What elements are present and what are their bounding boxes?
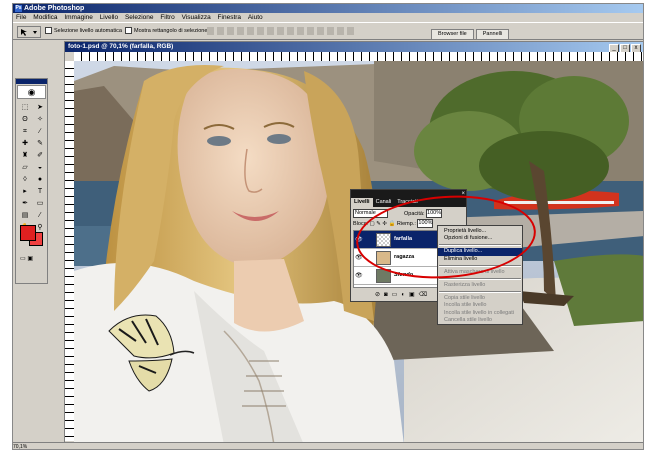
- mask-icon[interactable]: ◙: [384, 292, 392, 298]
- marquee-icon[interactable]: ⬚: [18, 102, 32, 113]
- menu-selezione[interactable]: Selezione: [125, 14, 154, 21]
- palette-well: Browser file Pannelli: [431, 26, 511, 42]
- app-titlebar: Ps Adobe Photoshop: [13, 4, 643, 13]
- menu-bar: File Modifica Immagine Livello Selezione…: [13, 13, 643, 22]
- adjustment-icon[interactable]: ◐: [401, 292, 409, 298]
- move-icon[interactable]: ➤: [33, 102, 47, 113]
- stamp-icon[interactable]: ♜: [18, 150, 32, 161]
- show-bounds-label: Mostra rettangolo di selezione: [134, 28, 208, 34]
- menu-item-cancella-stile: Cancella stile livello: [444, 316, 492, 323]
- menu-filtro[interactable]: Filtro: [160, 14, 174, 21]
- align-buttons[interactable]: [207, 27, 357, 35]
- slice-icon[interactable]: ∕: [33, 126, 47, 137]
- eye-logo-icon[interactable]: ◉: [17, 85, 46, 99]
- photoshop-icon: Ps: [15, 5, 22, 12]
- menu-item-copia-stile: Copia stile livello: [444, 295, 485, 302]
- pen-icon[interactable]: ✒: [18, 198, 32, 209]
- tab-canali[interactable]: Canali: [373, 198, 395, 207]
- menu-file[interactable]: File: [16, 14, 26, 21]
- eraser-icon[interactable]: ▱: [18, 162, 32, 173]
- options-bar: Selezione livello automatica Mostra rett…: [13, 22, 643, 40]
- menu-immagine[interactable]: Immagine: [64, 14, 93, 21]
- magic-wand-icon[interactable]: ✧: [33, 114, 47, 125]
- zoom-level[interactable]: 70,1%: [13, 444, 27, 449]
- menu-modifica[interactable]: Modifica: [33, 14, 57, 21]
- auto-select-label: Selezione livello automatica: [54, 28, 122, 34]
- path-select-icon[interactable]: ▸: [18, 186, 32, 197]
- crop-icon[interactable]: ⌗: [18, 126, 32, 137]
- menu-item-rasterizza-livello: Rasterizza livello: [444, 281, 486, 288]
- lasso-icon[interactable]: ʘ: [18, 114, 32, 125]
- photoshop-window: Ps Adobe Photoshop File Modifica Immagine…: [12, 3, 644, 450]
- auto-select-option[interactable]: Selezione livello automatica: [45, 23, 122, 39]
- status-bar: 70,1%: [13, 442, 643, 449]
- menu-aiuto[interactable]: Aiuto: [248, 14, 263, 21]
- menu-livello[interactable]: Livello: [100, 14, 118, 21]
- tool-preset-picker[interactable]: [17, 26, 41, 38]
- document-title: foto-1.psd @ 70,1% (farfalla, RGB): [68, 43, 174, 50]
- menu-visualizza[interactable]: Visualizza: [182, 14, 211, 21]
- tab-pannelli[interactable]: Pannelli: [475, 29, 510, 40]
- dodge-icon[interactable]: ●: [33, 174, 47, 185]
- type-icon[interactable]: T: [33, 186, 47, 197]
- history-brush-icon[interactable]: ✐: [33, 150, 47, 161]
- shape-icon[interactable]: ▭: [33, 198, 47, 209]
- folder-icon[interactable]: ▭: [392, 292, 402, 298]
- trash-icon[interactable]: ⌫: [419, 292, 431, 298]
- menu-finestra[interactable]: Finestra: [218, 14, 241, 21]
- layer-style-icon[interactable]: ⊘: [375, 292, 384, 298]
- eye-icon[interactable]: 👁: [355, 272, 363, 279]
- menu-separator: [439, 291, 521, 294]
- eyedropper-icon[interactable]: ⁄: [33, 210, 47, 221]
- move-tool-icon: [21, 29, 37, 36]
- auto-select-checkbox[interactable]: [45, 27, 52, 35]
- document-titlebar[interactable]: foto-1.psd @ 70,1% (farfalla, RGB) _ □ x: [65, 42, 643, 53]
- menu-item-incolla-stile: Incolla stile livello: [444, 302, 487, 309]
- menu-separator: [439, 277, 521, 280]
- show-bounds-checkbox[interactable]: [125, 27, 132, 35]
- quick-mask-icon[interactable]: ▭ ▣: [20, 255, 44, 263]
- notes-icon[interactable]: ▤: [18, 210, 32, 221]
- app-title: Adobe Photoshop: [24, 5, 85, 12]
- layers-panel-footer: ⊘◙▭◐▣⌫: [375, 291, 431, 298]
- menu-item-incolla-stile-collegati: Incolla stile livello in collegati: [444, 309, 515, 316]
- toolbox: ◉ ⬚ ➤ ʘ ✧ ⌗ ∕ ✚ ✎ ♜ ✐ ▱ ◒ ◊ ● ▸ T ✒ ▭ ▤ …: [15, 78, 48, 284]
- healing-brush-icon[interactable]: ✚: [18, 138, 32, 149]
- blur-icon[interactable]: ◊: [18, 174, 32, 185]
- foreground-color-swatch[interactable]: [20, 225, 36, 241]
- tab-livelli[interactable]: Livelli: [351, 198, 373, 207]
- new-layer-icon[interactable]: ▣: [409, 292, 419, 298]
- bucket-icon[interactable]: ◒: [33, 162, 47, 173]
- brush-icon[interactable]: ✎: [33, 138, 47, 149]
- tab-browser-file[interactable]: Browser file: [431, 29, 474, 40]
- toolbox-header[interactable]: [16, 79, 47, 84]
- show-bounds-option[interactable]: Mostra rettangolo di selezione: [125, 23, 207, 39]
